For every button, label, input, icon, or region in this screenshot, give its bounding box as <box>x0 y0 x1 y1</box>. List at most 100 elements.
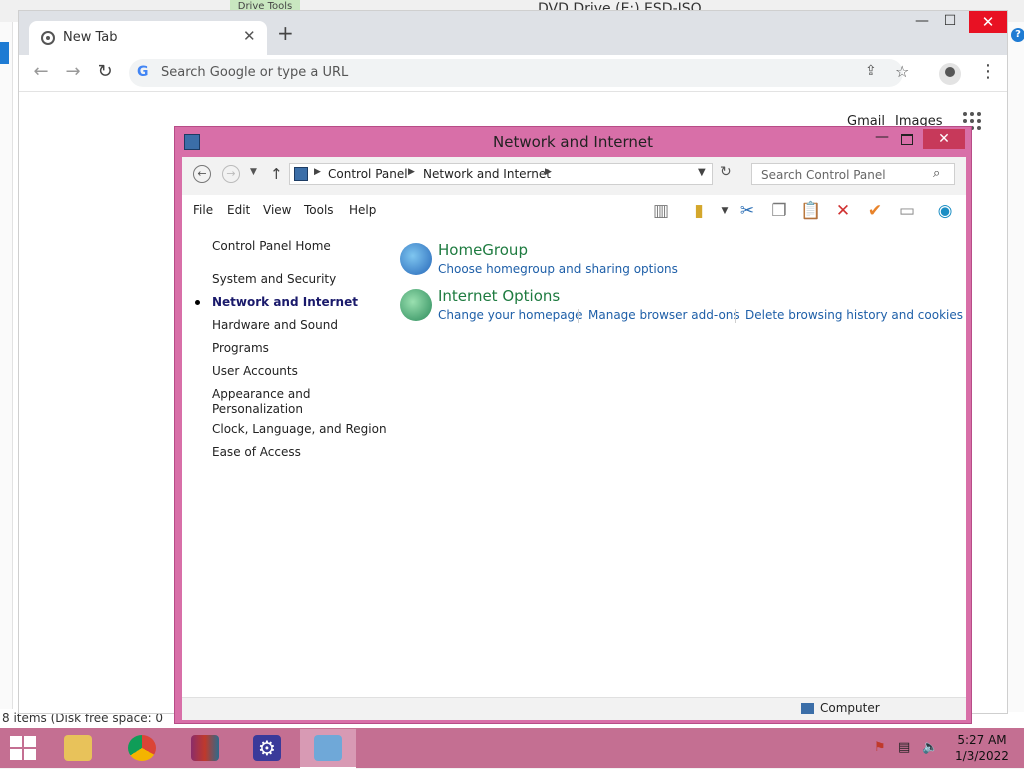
bookmark-star-icon[interactable]: ☆ <box>895 62 909 81</box>
active-bullet-icon <box>195 300 200 305</box>
control-panel-titlebar: Network and Internet — ✕ <box>175 127 971 157</box>
chrome-toolbar: ← → ↻ G Search Google or type a URL ⇪ ☆ … <box>19 55 1007 92</box>
sidebar-control-panel-home[interactable]: Control Panel Home <box>212 239 331 254</box>
profile-avatar-icon[interactable] <box>939 63 961 85</box>
windows-start-icon[interactable] <box>10 736 38 760</box>
taskbar-chrome[interactable] <box>114 729 170 767</box>
breadcrumb-control-panel[interactable]: Control Panel <box>328 167 408 181</box>
sidebar-item-system-and-security[interactable]: System and Security <box>212 272 336 287</box>
breadcrumb-network-and-internet[interactable]: Network and Internet <box>423 167 551 181</box>
sidebar-item-hardware-and-sound[interactable]: Hardware and Sound <box>212 318 338 333</box>
breadcrumb-separator-icon[interactable]: ▶ <box>545 167 552 177</box>
folder-options-dropdown-icon[interactable]: ▼ <box>714 200 736 222</box>
file-explorer-icon <box>64 735 92 761</box>
status-bar: Computer <box>182 697 966 720</box>
clock-time: 5:27 AM <box>957 733 1007 747</box>
clock-date: 1/3/2022 <box>955 749 1009 763</box>
settings-gear-icon: ⚙ <box>253 735 281 761</box>
properties-check-icon[interactable]: ✔ <box>864 200 886 222</box>
menu-view[interactable]: View <box>263 203 291 217</box>
taskbar-winrar[interactable] <box>177 729 233 767</box>
sidebar-item-programs[interactable]: Programs <box>212 341 269 356</box>
menu-edit[interactable]: Edit <box>227 203 250 217</box>
cp-minimize-button[interactable]: — <box>875 129 889 145</box>
computer-icon <box>801 703 814 714</box>
forward-arrow-icon[interactable]: → <box>61 61 85 82</box>
homegroup-icon[interactable] <box>400 243 432 275</box>
recent-locations-dropdown-icon[interactable]: ▼ <box>250 167 257 177</box>
homegroup-title[interactable]: HomeGroup <box>438 241 528 259</box>
address-dropdown-icon[interactable]: ▼ <box>698 167 706 178</box>
tab-close-icon[interactable]: ✕ <box>243 27 256 45</box>
search-icon[interactable]: ⌕ <box>933 166 940 181</box>
minimize-button[interactable]: — <box>907 13 937 29</box>
back-arrow-icon[interactable]: ← <box>29 61 53 82</box>
tab-title: New Tab <box>63 30 118 45</box>
share-icon[interactable]: ⇪ <box>865 63 877 79</box>
volume-muted-icon[interactable]: 🔈 <box>922 740 938 755</box>
menu-tools[interactable]: Tools <box>304 203 334 217</box>
delete-icon[interactable]: ✕ <box>832 200 854 222</box>
reload-icon[interactable]: ↻ <box>93 61 117 82</box>
taskbar-clock[interactable]: 5:27 AM 1/3/2022 <box>950 732 1014 764</box>
chrome-favicon-icon <box>41 31 55 45</box>
background-right-pane: ? <box>1006 22 1024 712</box>
cp-maximize-button[interactable] <box>901 134 913 145</box>
back-icon[interactable]: ← <box>193 165 211 183</box>
copy-icon[interactable]: ❐ <box>768 200 790 222</box>
status-computer: Computer <box>820 701 880 715</box>
winrar-icon <box>191 735 219 761</box>
address-bar[interactable]: ▶ Control Panel ▶ Network and Internet ▶… <box>289 163 713 185</box>
taskbar-settings[interactable]: ⚙ <box>239 729 295 767</box>
omnibox[interactable]: G Search Google or type a URL ⇪ ☆ <box>129 59 909 87</box>
omnibox-placeholder: Search Google or type a URL <box>161 65 349 80</box>
sidebar-item-ease-of-access[interactable]: Ease of Access <box>212 445 301 460</box>
network-icon[interactable]: ▤ <box>898 740 910 755</box>
homegroup-link-sharing-options[interactable]: Choose homegroup and sharing options <box>438 262 678 276</box>
link-divider <box>578 309 579 323</box>
internet-options-link-homepage[interactable]: Change your homepage <box>438 308 583 322</box>
action-center-flag-icon[interactable]: ⚑ <box>874 740 886 755</box>
menu-bar: File Edit View Tools Help ▥ ▮ ▼ ✂ ❐ 📋 ✕ … <box>182 195 966 227</box>
menu-help[interactable]: Help <box>349 203 376 217</box>
sidebar-item-appearance[interactable]: Appearance and <box>212 387 310 402</box>
new-tab-button[interactable]: + <box>277 23 294 43</box>
chrome-icon <box>128 735 156 761</box>
folder-options-icon[interactable]: ▮ <box>688 200 710 222</box>
search-placeholder: Search Control Panel <box>761 168 886 182</box>
menu-file[interactable]: File <box>193 203 213 217</box>
forward-icon[interactable]: → <box>222 165 240 183</box>
up-arrow-icon[interactable]: ↑ <box>270 165 283 183</box>
globe-icon[interactable]: ◉ <box>934 200 956 222</box>
breadcrumb-separator-icon[interactable]: ▶ <box>408 167 415 177</box>
paste-icon[interactable]: 📋 <box>800 200 822 222</box>
cut-icon[interactable]: ✂ <box>736 200 758 222</box>
internet-options-link-add-ons[interactable]: Manage browser add-ons <box>588 308 740 322</box>
control-panel-icon <box>314 735 342 761</box>
sidebar-item-clock-language-region[interactable]: Clock, Language, and Region <box>212 422 387 437</box>
taskbar: ⚙ ⚑ ▤ 🔈 5:27 AM 1/3/2022 <box>0 728 1024 769</box>
sidebar-item-user-accounts[interactable]: User Accounts <box>212 364 298 379</box>
close-button[interactable]: ✕ <box>969 11 1007 33</box>
internet-options-link-delete-history[interactable]: Delete browsing history and cookies <box>745 308 963 322</box>
chrome-menu-icon[interactable]: ⋮ <box>979 61 997 82</box>
window-title: Network and Internet <box>493 133 653 151</box>
refresh-icon[interactable]: ↻ <box>720 164 732 180</box>
layout-pane-icon[interactable]: ▥ <box>650 200 672 222</box>
tab-strip: New Tab ✕ + — ☐ ✕ <box>19 11 1007 55</box>
background-nav-pane <box>0 22 13 712</box>
search-control-panel-input[interactable]: Search Control Panel ⌕ <box>751 163 955 185</box>
message-icon[interactable]: ▭ <box>896 200 918 222</box>
address-row: ← → ▼ ↑ ▶ Control Panel ▶ Network and In… <box>182 157 966 195</box>
cp-close-button[interactable]: ✕ <box>923 129 965 149</box>
internet-options-icon[interactable] <box>400 289 432 321</box>
taskbar-file-explorer[interactable] <box>50 729 106 767</box>
breadcrumb-separator-icon[interactable]: ▶ <box>314 167 321 177</box>
taskbar-control-panel[interactable] <box>300 729 356 769</box>
tab-new-tab[interactable]: New Tab ✕ <box>29 21 267 55</box>
help-icon[interactable]: ? <box>1011 28 1024 42</box>
sidebar-item-personalization[interactable]: Personalization <box>212 402 303 417</box>
sidebar-item-network-and-internet[interactable]: Network and Internet <box>212 295 358 310</box>
maximize-button[interactable]: ☐ <box>935 13 965 29</box>
internet-options-title[interactable]: Internet Options <box>438 287 560 305</box>
